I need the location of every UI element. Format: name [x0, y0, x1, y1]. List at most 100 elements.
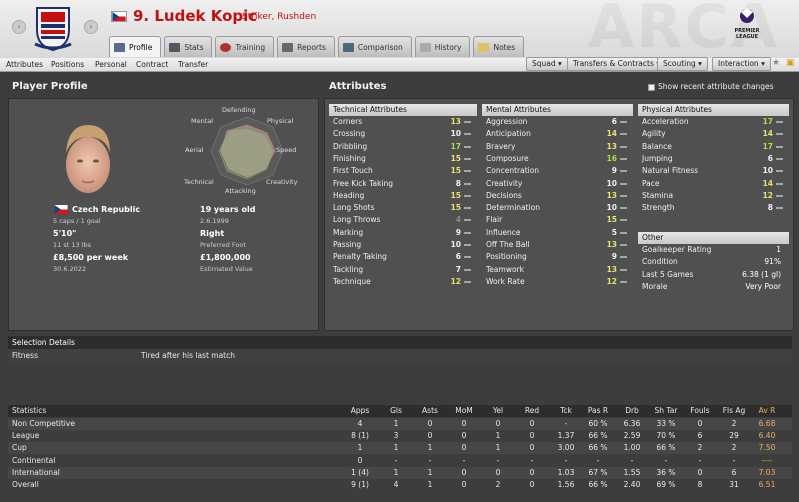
tab-training[interactable]: Training: [215, 36, 275, 57]
transfers-contracts-dropdown[interactable]: Transfers & Contracts ▾: [567, 57, 667, 71]
stats-row[interactable]: Cup 1 1 1 0 1 0 3.00 66 % 1.00 66 % 2 2 7.50: [8, 442, 792, 455]
attribute-value: 6: [611, 117, 617, 126]
mental-attribute-row[interactable]: Work Rate 12: [482, 276, 633, 288]
attribute-value: 9: [611, 252, 617, 262]
stats-row[interactable]: International 1 (4) 1 1 0 0 0 1.03 67 % 1.55 36 % 0…: [8, 466, 792, 479]
star-icon[interactable]: ★: [772, 58, 780, 68]
attribute-trend-icon: [620, 121, 627, 123]
technical-attribute-row[interactable]: Tackling 7: [329, 264, 477, 276]
player-profile-screen: ARCA ‹ › 9. Ludek Kopic Striker, Rushden…: [0, 0, 799, 502]
mental-attribute-row[interactable]: Anticipation 14: [482, 128, 633, 140]
physical-attribute-row[interactable]: Natural Fitness 10: [638, 165, 789, 177]
physical-attribute-row[interactable]: Agility 14: [638, 128, 789, 140]
mental-attribute-row[interactable]: Aggression 6: [482, 116, 633, 128]
physical-attribute-row[interactable]: Strength 8: [638, 202, 789, 214]
attribute-trend-icon: [620, 268, 627, 271]
player-value-label: Estimated Value: [200, 265, 253, 273]
mental-attribute-row[interactable]: Off The Ball 13: [482, 239, 633, 251]
tab-stats[interactable]: Stats: [164, 36, 213, 57]
attribute-trend-icon: [620, 207, 627, 210]
physical-attribute-row[interactable]: Stamina 12: [638, 190, 789, 202]
technical-attribute-row[interactable]: Long Throws 4: [329, 214, 477, 226]
technical-attribute-row[interactable]: Passing 10: [329, 239, 477, 251]
radar-label-defending: Defending: [222, 106, 256, 114]
chevron-down-icon: ▾: [761, 59, 765, 68]
mental-attribute-row[interactable]: Teamwork 13: [482, 264, 633, 276]
player-profile-title: Player Profile: [12, 81, 88, 92]
subnav-transfer[interactable]: Transfer: [178, 60, 208, 69]
physical-attribute-row[interactable]: Pace 14: [638, 178, 789, 190]
player-weight: 11 st 13 lbs: [53, 241, 91, 249]
stats-cell: ----: [761, 455, 773, 465]
squad-dropdown[interactable]: Squad ▾: [526, 57, 568, 71]
physical-attribute-row[interactable]: Jumping 6: [638, 153, 789, 165]
attribute-name: Pace: [642, 178, 660, 188]
mental-attribute-row[interactable]: Concentration 9: [482, 165, 633, 177]
tab-comparison[interactable]: Comparison: [337, 36, 412, 57]
stat-column-header[interactable]: Av R: [747, 405, 787, 417]
attribute-trend-icon: [776, 157, 783, 160]
mental-attribute-row[interactable]: Creativity 10: [482, 178, 633, 190]
show-changes-checkbox[interactable]: [648, 84, 655, 91]
technical-attribute-row[interactable]: Free Kick Taking 8: [329, 178, 477, 190]
scouting-dropdown[interactable]: Scouting ▾: [657, 57, 708, 71]
subnav-personal[interactable]: Personal: [95, 60, 127, 69]
mental-attribute-row[interactable]: Flair 15: [482, 214, 633, 226]
back-button[interactable]: ‹: [12, 20, 26, 34]
player-subtitle[interactable]: Striker, Rushden: [242, 12, 316, 22]
attribute-value: 13: [606, 240, 617, 249]
physical-attribute-row[interactable]: Acceleration 17: [638, 116, 789, 128]
mental-attribute-row[interactable]: Bravery 13: [482, 141, 633, 153]
attribute-trend-icon: [620, 256, 627, 259]
tab-notes[interactable]: Notes: [473, 36, 525, 57]
stat-column-header[interactable]: Apps: [340, 405, 380, 417]
mental-attribute-row[interactable]: Composure 16: [482, 153, 633, 165]
stats-row[interactable]: League 8 (1) 3 0 0 1 0 1.37 66 % 2.59 70 % 6 29 6.40: [8, 430, 792, 443]
technical-attribute-row[interactable]: Long Shots 15: [329, 202, 477, 214]
attribute-name: Balance: [642, 141, 672, 151]
stats-row[interactable]: Non Competitive 4 1 0 0 0 0-60 % 6.36 33 % 0 2 6.68: [8, 418, 792, 430]
technical-attribute-row[interactable]: Corners 13: [329, 116, 477, 128]
mental-attribute-row[interactable]: Decisions 13: [482, 190, 633, 202]
tab-reports[interactable]: Reports: [277, 36, 335, 57]
mental-attribute-row[interactable]: Influence 5: [482, 227, 633, 239]
club-crest-icon[interactable]: [33, 4, 73, 52]
attribute-value: 10: [450, 240, 461, 249]
technical-attribute-row[interactable]: Penalty Taking 6: [329, 251, 477, 263]
attribute-name: Dribbling: [333, 141, 368, 151]
forward-button[interactable]: ›: [84, 20, 98, 34]
attribute-value: 15: [450, 203, 461, 213]
tab-profile[interactable]: Profile: [109, 36, 162, 57]
tab-label: Training: [235, 42, 266, 52]
mental-attribute-row[interactable]: Determination 10: [482, 202, 633, 214]
interaction-dropdown[interactable]: Interaction ▾: [712, 57, 771, 71]
attribute-value: 17: [450, 141, 461, 151]
attribute-trend-icon: [620, 219, 627, 222]
technical-attribute-row[interactable]: Technique 12: [329, 276, 477, 288]
sub-navigation: Attributes Positions Personal Contract T…: [0, 57, 799, 72]
stats-row[interactable]: Continental 0- - - - - - - - - - - ----: [8, 454, 792, 467]
technical-attribute-row[interactable]: Heading 15: [329, 190, 477, 202]
mental-attribute-row[interactable]: Positioning 9: [482, 251, 633, 263]
note-icon[interactable]: ▣: [786, 58, 795, 68]
technical-attribute-row[interactable]: First Touch 15: [329, 165, 477, 177]
tab-history[interactable]: History: [414, 36, 471, 57]
selection-details-header: Selection Details: [8, 336, 792, 349]
technical-attribute-row[interactable]: Dribbling 17: [329, 141, 477, 153]
stats-cell: 7.03: [758, 467, 776, 477]
subnav-positions[interactable]: Positions: [51, 60, 84, 69]
technical-attribute-row[interactable]: Marking 9: [329, 227, 477, 239]
attribute-trend-icon: [464, 194, 471, 197]
tab-label: Notes: [493, 42, 516, 52]
attribute-trend-icon: [620, 231, 627, 234]
stats-row[interactable]: Overall 9 (1) 4 1 0 2 0 1.56 66 % 2.40 69 % 8 31 6.51: [8, 479, 792, 491]
subnav-attributes[interactable]: Attributes: [6, 60, 43, 69]
physical-attribute-row[interactable]: Balance 17: [638, 141, 789, 153]
nation-name[interactable]: Czech Republic: [72, 205, 140, 214]
player-name: 9. Ludek Kopic: [133, 7, 258, 25]
technical-attribute-row[interactable]: Crossing 10: [329, 128, 477, 140]
attribute-name: Decisions: [486, 190, 522, 200]
technical-attribute-row[interactable]: Finishing 15: [329, 153, 477, 165]
subnav-contract[interactable]: Contract: [136, 60, 168, 69]
premier-league-logo-icon: PREMIER LEAGUE: [734, 8, 760, 40]
